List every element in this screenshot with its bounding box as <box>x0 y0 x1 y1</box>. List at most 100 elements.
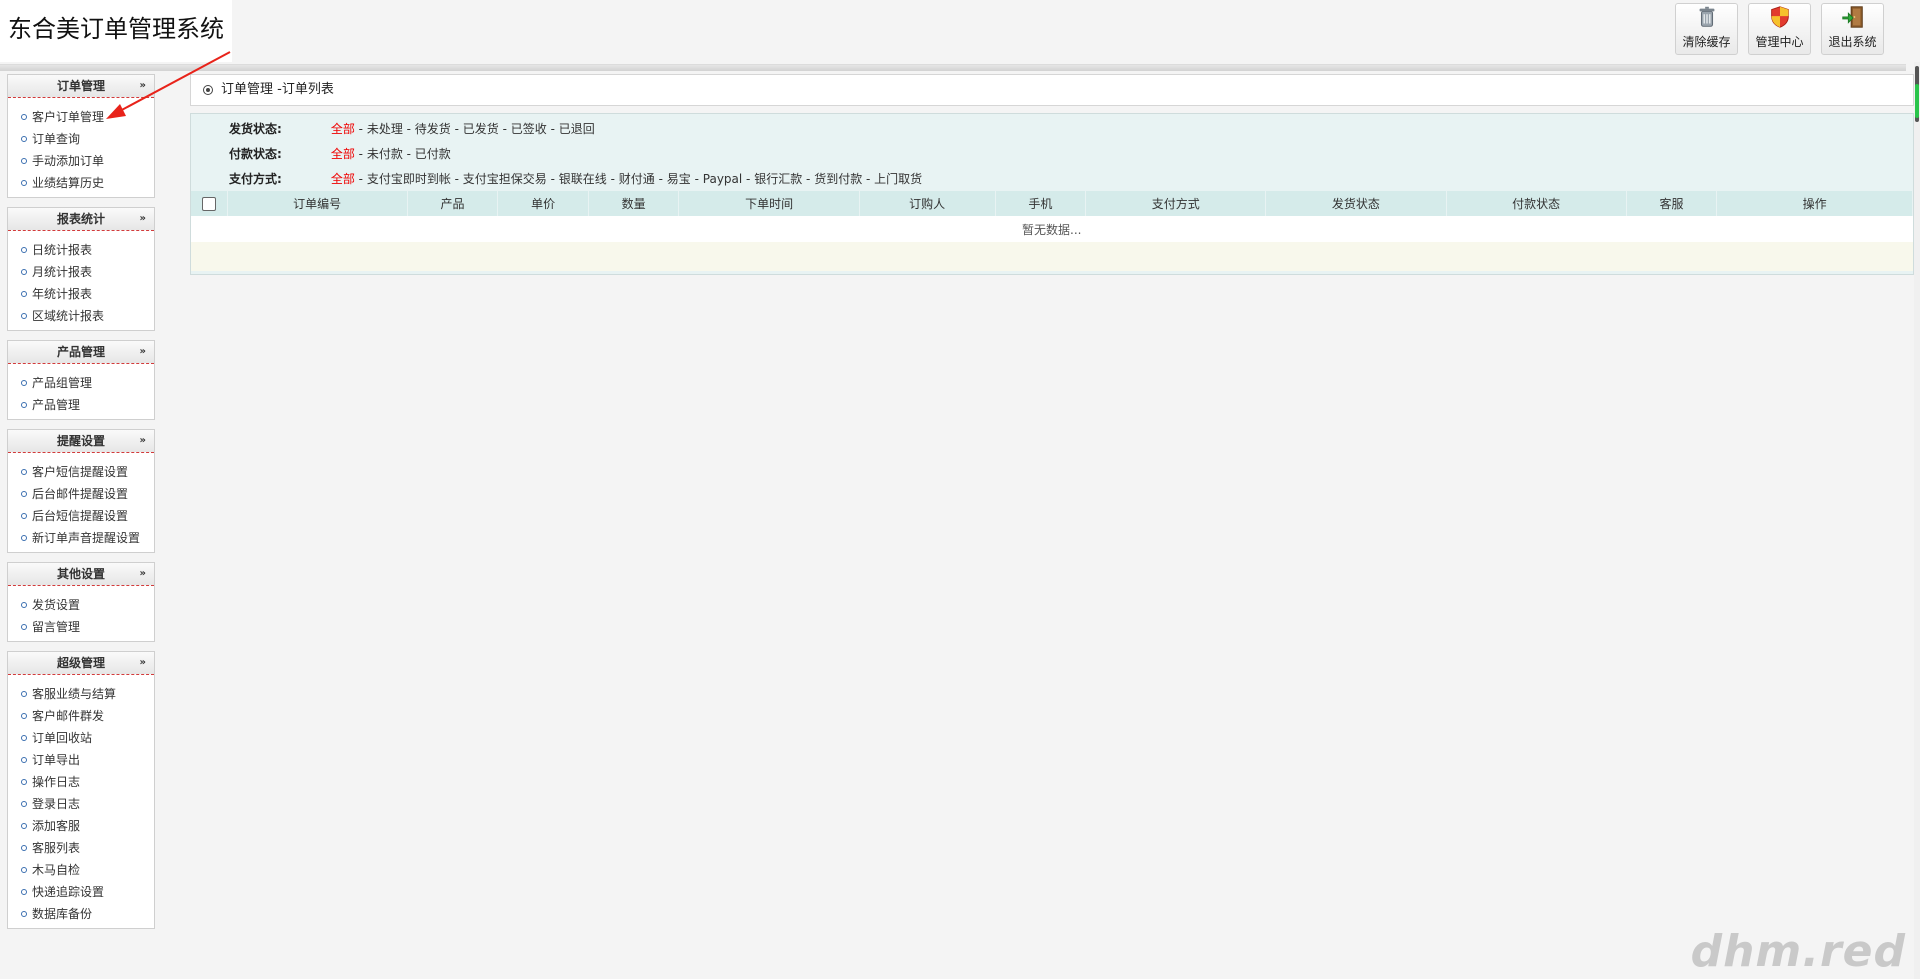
menu-item-sms-reminder[interactable]: 客户短信提醒设置 <box>8 461 154 483</box>
menu-item-operation-log[interactable]: 操作日志 <box>8 771 154 793</box>
menu-group-header[interactable]: 产品管理 » <box>8 341 154 364</box>
scrollbar-track[interactable] <box>1914 62 1920 979</box>
menu-item-customer-orders[interactable]: 客户订单管理 <box>8 106 154 128</box>
column-header: 订购人 <box>859 191 996 216</box>
page-title-bar: 订单管理 -订单列表 <box>190 74 1914 106</box>
filter-label: 付款状态: <box>229 147 282 161</box>
menu-item-db-backup[interactable]: 数据库备份 <box>8 903 154 925</box>
menu-group-header[interactable]: 超级管理 » <box>8 652 154 675</box>
menu-group-title: 超级管理 <box>56 656 105 670</box>
logout-button[interactable]: 退出系统 <box>1821 3 1884 55</box>
clear-cache-label: 清除缓存 <box>1682 35 1731 49</box>
menu-item-mass-email[interactable]: 客户邮件群发 <box>8 705 154 727</box>
table-header-row: 订单编号 产品 单价 数量 下单时间 订购人 手机 支付方式 发货状态 付款状态… <box>191 191 1913 216</box>
trash-can-icon <box>1699 6 1714 27</box>
menu-item-admin-sms-reminder[interactable]: 后台短信提醒设置 <box>8 505 154 527</box>
bullet-icon <box>21 158 27 164</box>
menu-item-monthly-report[interactable]: 月统计报表 <box>8 261 154 283</box>
column-header: 发货状态 <box>1265 191 1447 216</box>
empty-row: 暂无数据... <box>191 216 1913 242</box>
filter-option[interactable]: 银行汇款 <box>754 172 802 186</box>
bullet-icon <box>21 513 27 519</box>
menu-item-sound-reminder[interactable]: 新订单声音提醒设置 <box>8 527 154 549</box>
column-header: 支付方式 <box>1085 191 1267 216</box>
header-divider <box>0 64 1906 71</box>
bullet-icon <box>21 889 27 895</box>
menu-item-products[interactable]: 产品管理 <box>8 394 154 416</box>
filter-option[interactable]: 易宝 <box>667 172 691 186</box>
menu-item-label: 订单查询 <box>32 132 81 146</box>
order-list-panel: 发货状态: 全部 - 未处理 - 待发货 - 已发货 - 已签收 - 已退回 付… <box>190 113 1914 275</box>
menu-item-product-groups[interactable]: 产品组管理 <box>8 372 154 394</box>
filter-option[interactable]: 银联在线 <box>559 172 607 186</box>
menu-item-shipping-settings[interactable]: 发货设置 <box>8 594 154 616</box>
filter-option[interactable]: 全部 <box>331 172 355 186</box>
filter-option[interactable]: 未付款 <box>367 147 403 161</box>
column-header: 单价 <box>497 191 589 216</box>
menu-item-label: 月统计报表 <box>32 265 93 279</box>
filter-option[interactable]: 上门取货 <box>874 172 922 186</box>
column-header: 下单时间 <box>678 191 860 216</box>
chevron-double-down-icon: » <box>139 80 146 91</box>
filter-payment-status: 付款状态: 全部 - 未付款 - 已付款 <box>229 147 451 161</box>
menu-group-header[interactable]: 报表统计 » <box>8 208 154 231</box>
filter-option[interactable]: Paypal <box>703 172 742 186</box>
menu-group-header[interactable]: 其他设置 » <box>8 563 154 586</box>
filter-option[interactable]: 支付宝即时到帐 <box>367 172 451 186</box>
filter-option[interactable]: 待发货 <box>415 122 451 136</box>
menu-item-settlement-history[interactable]: 业绩结算历史 <box>8 172 154 194</box>
select-all-checkbox[interactable] <box>201 196 216 211</box>
menu-item-agent-list[interactable]: 客服列表 <box>8 837 154 859</box>
menu-item-agent-performance[interactable]: 客服业绩与结算 <box>8 683 154 705</box>
filter-option[interactable]: 财付通 <box>619 172 655 186</box>
filter-option[interactable]: 支付宝担保交易 <box>463 172 547 186</box>
menu-item-yearly-report[interactable]: 年统计报表 <box>8 283 154 305</box>
menu-item-add-agent[interactable]: 添加客服 <box>8 815 154 837</box>
filter-option[interactable]: 已付款 <box>415 147 451 161</box>
admin-center-button[interactable]: 管理中心 <box>1748 3 1811 55</box>
menu-item-trojan-check[interactable]: 木马自检 <box>8 859 154 881</box>
menu-item-label: 后台短信提醒设置 <box>32 509 129 523</box>
menu-group-reminders: 提醒设置 » 客户短信提醒设置 后台邮件提醒设置 后台短信提醒设置 新订单声音提… <box>7 429 155 553</box>
filter-option[interactable]: 全部 <box>331 147 355 161</box>
menu-group-order-management: 订单管理 » 客户订单管理 订单查询 手动添加订单 业绩结算历史 <box>7 74 155 198</box>
menu-item-messages[interactable]: 留言管理 <box>8 616 154 638</box>
filter-option[interactable]: 已退回 <box>559 122 595 136</box>
menu-item-label: 手动添加订单 <box>32 154 105 168</box>
menu-item-order-recycle-bin[interactable]: 订单回收站 <box>8 727 154 749</box>
table-footer-row <box>191 242 1913 271</box>
menu-item-tracking-settings[interactable]: 快递追踪设置 <box>8 881 154 903</box>
menu-group-title: 提醒设置 <box>56 434 105 448</box>
bullet-icon <box>21 313 27 319</box>
chevron-double-down-icon: » <box>139 346 146 357</box>
menu-item-label: 新订单声音提醒设置 <box>32 531 141 545</box>
menu-group-title: 订单管理 <box>56 79 105 93</box>
filter-option[interactable]: 已签收 <box>511 122 547 136</box>
chevron-double-down-icon: » <box>139 568 146 579</box>
menu-item-label: 年统计报表 <box>32 287 93 301</box>
filter-option[interactable]: 未处理 <box>367 122 403 136</box>
menu-item-label: 客户邮件群发 <box>32 709 105 723</box>
column-header: 手机 <box>995 191 1087 216</box>
toolbar: 清除缓存 管理中心 退出系统 <box>1675 3 1884 55</box>
menu-item-add-order[interactable]: 手动添加订单 <box>8 150 154 172</box>
bullet-icon <box>21 801 27 807</box>
menu-item-region-report[interactable]: 区域统计报表 <box>8 305 154 327</box>
filter-shipping-status: 发货状态: 全部 - 未处理 - 待发货 - 已发货 - 已签收 - 已退回 <box>229 122 595 136</box>
menu-item-order-export[interactable]: 订单导出 <box>8 749 154 771</box>
clear-cache-button[interactable]: 清除缓存 <box>1675 3 1738 55</box>
menu-item-login-log[interactable]: 登录日志 <box>8 793 154 815</box>
bullet-icon <box>21 713 27 719</box>
filter-option[interactable]: 货到付款 <box>814 172 862 186</box>
menu-group-title: 产品管理 <box>56 345 105 359</box>
menu-item-daily-report[interactable]: 日统计报表 <box>8 239 154 261</box>
menu-item-email-reminder[interactable]: 后台邮件提醒设置 <box>8 483 154 505</box>
filter-option[interactable]: 全部 <box>331 122 355 136</box>
empty-message: 暂无数据... <box>191 216 1913 242</box>
menu-group-header[interactable]: 提醒设置 » <box>8 430 154 453</box>
menu-item-order-search[interactable]: 订单查询 <box>8 128 154 150</box>
filter-option[interactable]: 已发货 <box>463 122 499 136</box>
sidebar: 订单管理 » 客户订单管理 订单查询 手动添加订单 业绩结算历史 报表统计 » … <box>7 74 155 938</box>
menu-group-header[interactable]: 订单管理 » <box>8 75 154 98</box>
bullet-icon <box>21 114 27 120</box>
